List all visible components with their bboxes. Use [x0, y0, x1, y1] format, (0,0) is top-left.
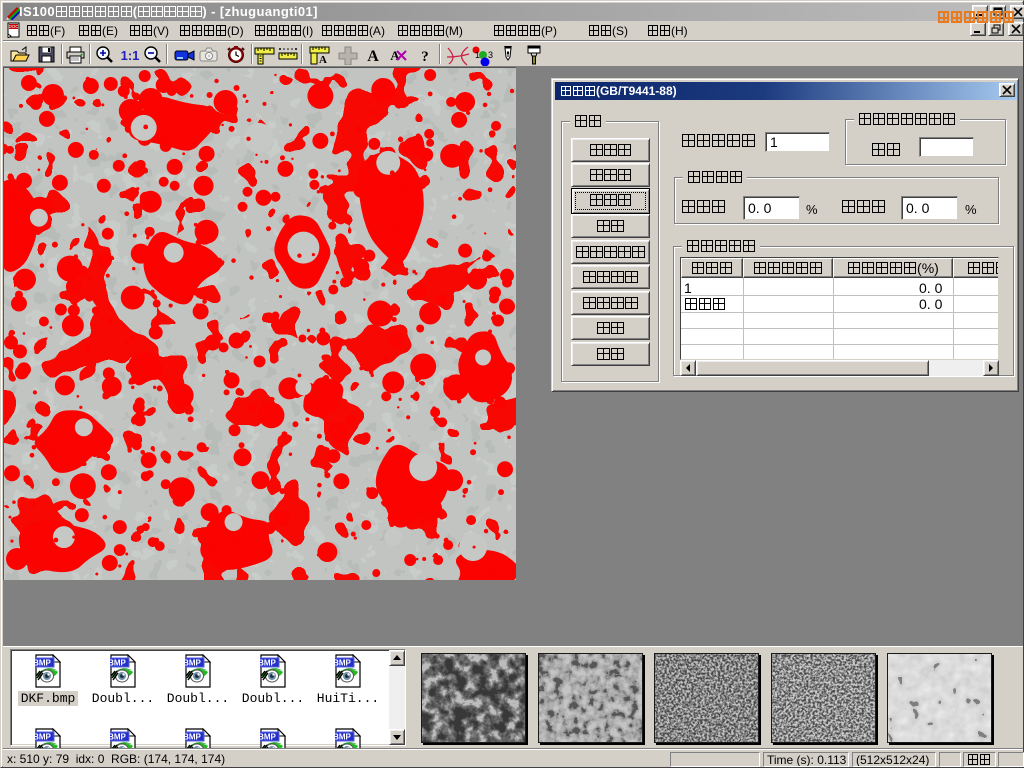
- svg-text:1:1: 1:1: [121, 48, 140, 63]
- svg-text:BMP: BMP: [35, 733, 52, 742]
- svg-text:?: ?: [421, 49, 429, 65]
- svg-text:BMP: BMP: [185, 733, 202, 742]
- svg-text:BMP: BMP: [110, 659, 127, 668]
- svg-text:BMP: BMP: [260, 659, 277, 668]
- svg-text:A: A: [390, 48, 400, 63]
- svg-text:BMP: BMP: [335, 659, 352, 668]
- svg-text:A: A: [367, 48, 379, 65]
- svg-text:1: 1: [475, 50, 480, 60]
- svg-text:A: A: [319, 54, 327, 65]
- svg-text:BMP: BMP: [260, 733, 277, 742]
- svg-text:BMP: BMP: [185, 659, 202, 668]
- svg-text:BMP: BMP: [110, 733, 127, 742]
- svg-text:BMP: BMP: [335, 733, 352, 742]
- svg-text:3: 3: [488, 50, 493, 60]
- svg-text:DOC: DOC: [9, 24, 20, 29]
- svg-text:BMP: BMP: [35, 659, 52, 668]
